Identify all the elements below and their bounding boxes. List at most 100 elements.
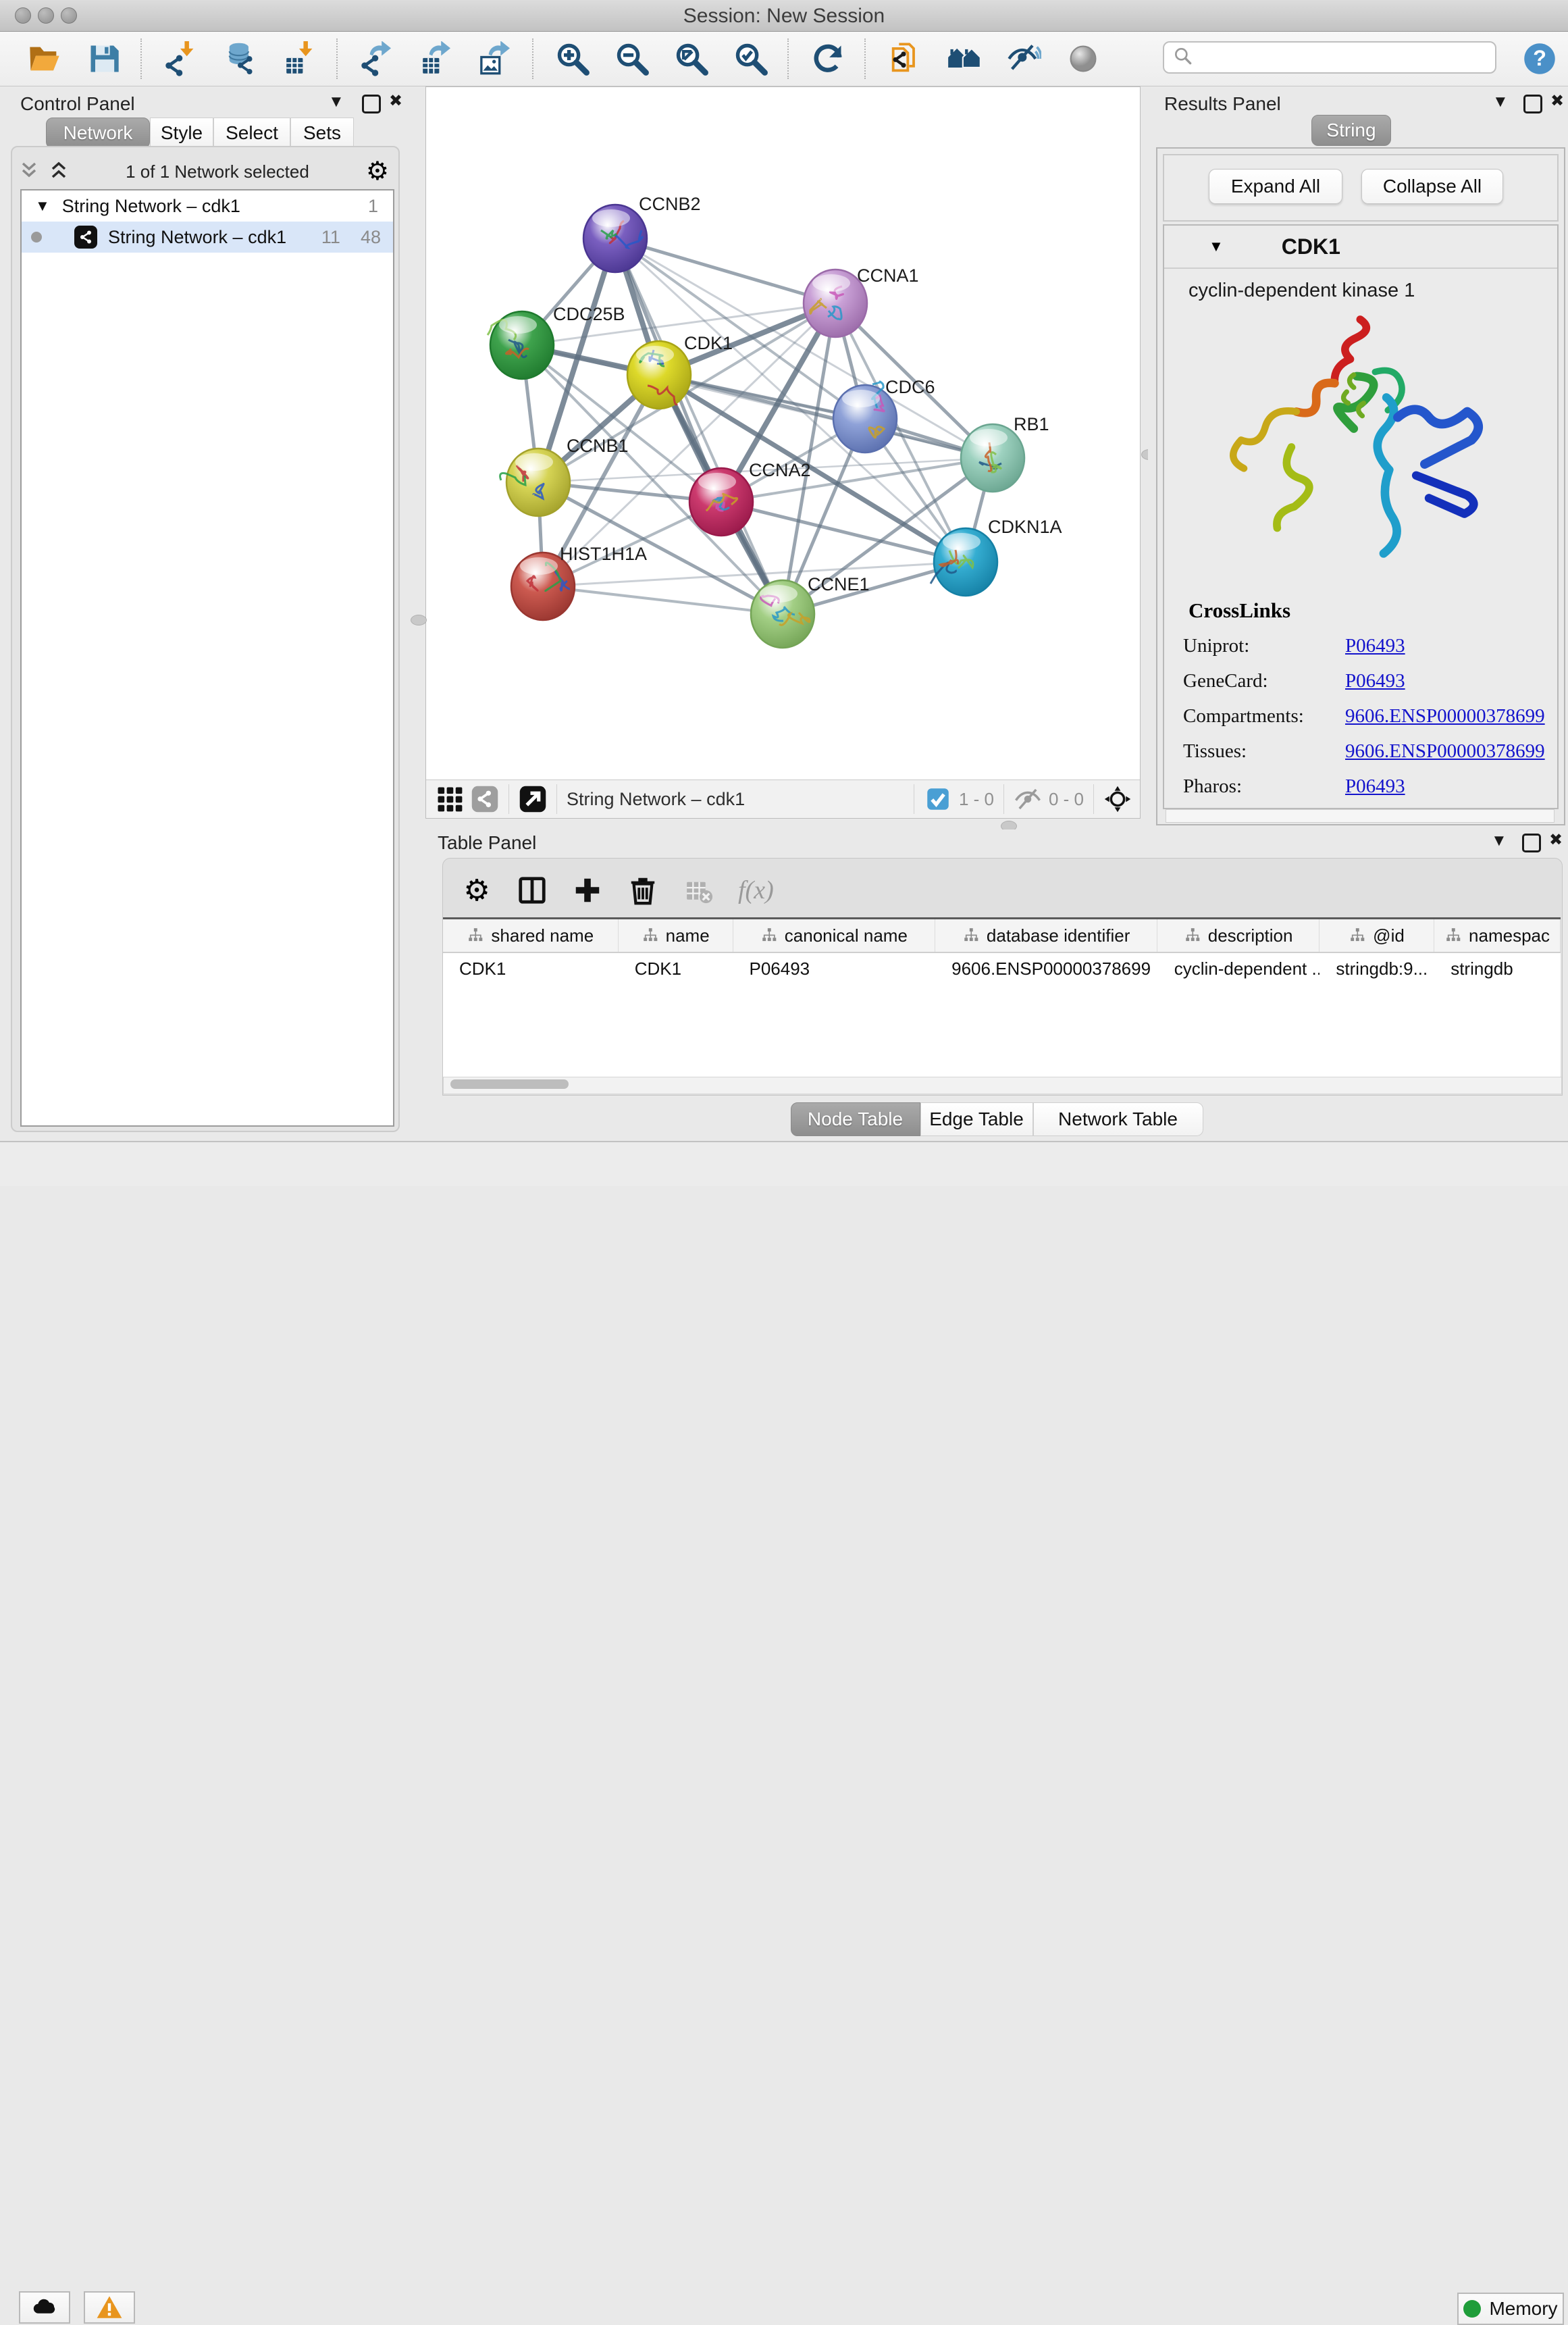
cell-name[interactable]: CDK1 (619, 953, 733, 984)
network-node-CCNB1[interactable] (500, 449, 570, 516)
expand-all-button[interactable]: Expand All (1209, 169, 1342, 204)
tab-select[interactable]: Select (213, 118, 290, 149)
network-collection-label: String Network – cdk1 (62, 196, 240, 217)
column-header-canonical-name[interactable]: canonical name (733, 919, 935, 952)
clone-network-button[interactable] (886, 40, 924, 78)
fit-selection-crosshair-icon[interactable] (1103, 785, 1132, 813)
column-header-@id[interactable]: @id (1319, 919, 1434, 952)
network-node-CDC25B[interactable] (488, 311, 554, 379)
tree-expander-icon[interactable]: ▼ (35, 197, 50, 215)
search-input[interactable] (1199, 47, 1486, 69)
table-panel-close-icon[interactable]: ✖ (1549, 830, 1563, 850)
network-node-CCNB2[interactable] (583, 205, 647, 272)
delete-column-icon[interactable] (627, 875, 658, 906)
column-header-shared-name[interactable]: shared name (443, 919, 619, 952)
table-panel-menu-icon[interactable]: ▼ (1491, 831, 1507, 851)
zoom-in-button[interactable] (554, 40, 592, 78)
results-panel-menu-icon[interactable]: ▼ (1492, 92, 1509, 112)
control-panel-close-icon[interactable]: ✖ (389, 91, 402, 111)
save-session-button[interactable] (85, 40, 123, 78)
selected-nodes-checkbox[interactable] (924, 785, 952, 813)
table-header-row: shared namenamecanonical namedatabase id… (443, 919, 1561, 953)
network-options-gear-icon[interactable]: ⚙ (366, 159, 389, 184)
network-tree-root-row[interactable]: ▼ String Network – cdk1 1 (22, 190, 393, 222)
export-table-button[interactable] (417, 40, 455, 78)
control-panel-menu-icon[interactable]: ▼ (328, 92, 344, 112)
results-scrollbar[interactable] (1166, 809, 1554, 823)
column-header-description[interactable]: description (1157, 919, 1319, 952)
column-header-namespac[interactable]: namespac (1434, 919, 1561, 952)
memory-button[interactable]: Memory (1457, 2293, 1564, 2325)
preview-button[interactable] (1064, 40, 1102, 78)
cloud-button[interactable] (19, 2291, 70, 2324)
collapse-all-button[interactable]: Collapse All (1361, 169, 1503, 204)
network-view[interactable]: CCNB2 CCNA1 CDC25B CDK1 CDC6 RB1 (425, 86, 1141, 819)
cell-@id[interactable]: stringdb:9... (1319, 953, 1434, 984)
network-node-CCNE1[interactable] (751, 580, 814, 648)
table-horizontal-scrollbar[interactable] (443, 1077, 1562, 1094)
tab-style[interactable]: Style (150, 118, 213, 149)
search-box[interactable] (1163, 41, 1496, 74)
tab-sets[interactable]: Sets (290, 118, 354, 149)
network-edge[interactable] (659, 375, 993, 458)
tab-network-table[interactable]: Network Table (1033, 1102, 1203, 1136)
crosslink-link[interactable]: P06493 (1345, 635, 1405, 657)
scrollbar-thumb[interactable] (450, 1079, 569, 1089)
cell-description[interactable]: cyclin-dependent ... (1158, 953, 1320, 984)
table-panel-float-icon[interactable] (1522, 834, 1541, 852)
section-expander-icon[interactable]: ▼ (1209, 238, 1224, 255)
cell-canonical-name[interactable]: P06493 (733, 953, 935, 984)
crosslink-row: Compartments:9606.ENSP00000378699 (1164, 698, 1557, 734)
table-row[interactable]: CDK1CDK1P064939606.ENSP00000378699cyclin… (443, 953, 1561, 984)
expand-all-icon[interactable] (49, 160, 69, 184)
open-in-new-window-icon[interactable] (519, 785, 547, 813)
results-panel-float-icon[interactable] (1523, 95, 1542, 113)
tab-string[interactable]: String (1311, 115, 1391, 146)
results-panel-close-icon[interactable]: ✖ (1550, 91, 1564, 111)
show-columns-icon[interactable] (517, 875, 548, 906)
network-edge[interactable] (543, 586, 783, 614)
collapse-all-icon[interactable] (19, 160, 39, 184)
column-header-name[interactable]: name (619, 919, 733, 952)
column-header-database-identifier[interactable]: database identifier (935, 919, 1157, 952)
tab-node-table[interactable]: Node Table (791, 1102, 920, 1136)
grid-view-icon[interactable] (436, 785, 464, 813)
help-button[interactable]: ? (1521, 40, 1559, 78)
zoom-out-button[interactable] (613, 40, 651, 78)
tab-edge-table[interactable]: Edge Table (920, 1102, 1033, 1136)
table-settings-gear-icon[interactable]: ⚙ (461, 875, 492, 906)
left-splitter-handle[interactable] (411, 615, 427, 625)
zoom-fit-button[interactable] (673, 40, 710, 78)
export-table-icon (419, 41, 454, 76)
crosslink-link[interactable]: 9606.ENSP00000378699 (1345, 740, 1545, 763)
control-panel-float-icon[interactable] (362, 95, 381, 113)
tab-network[interactable]: Network (46, 118, 150, 149)
network-node-CCNA2[interactable] (689, 468, 753, 536)
crosslink-link[interactable]: P06493 (1345, 670, 1405, 692)
gene-section-header[interactable]: ▼ CDK1 (1164, 226, 1557, 269)
export-image-button[interactable] (477, 40, 515, 78)
cell-database-identifier[interactable]: 9606.ENSP00000378699 (935, 953, 1158, 984)
warnings-button[interactable] (84, 2291, 135, 2324)
crosslink-link[interactable]: P06493 (1345, 775, 1405, 798)
crosslink-link[interactable]: 9606.ENSP00000378699 (1345, 705, 1545, 727)
import-network-button[interactable] (162, 40, 200, 78)
open-session-button[interactable] (26, 40, 63, 78)
cell-namespac[interactable]: stringdb (1434, 953, 1561, 984)
network-graph[interactable]: CCNB2 CCNA1 CDC25B CDK1 CDC6 RB1 (426, 87, 1140, 780)
zoom-selected-button[interactable] (732, 40, 770, 78)
hidden-elements-icon[interactable] (1014, 785, 1042, 813)
network-tree-child-row[interactable]: String Network – cdk1 11 48 (22, 222, 393, 253)
network-node-CDK1[interactable] (627, 341, 691, 409)
home-button[interactable] (945, 40, 983, 78)
hide-selected-button[interactable] (1005, 40, 1043, 78)
add-column-icon[interactable] (572, 875, 603, 906)
import-table-button[interactable] (281, 40, 319, 78)
network-edge[interactable] (615, 238, 835, 303)
network-node-RB1[interactable] (961, 424, 1024, 492)
import-database-button[interactable] (221, 40, 259, 78)
cell-shared-name[interactable]: CDK1 (443, 953, 619, 984)
import-table-icon (282, 41, 317, 76)
export-network-button[interactable] (358, 40, 396, 78)
refresh-button[interactable] (809, 40, 847, 78)
